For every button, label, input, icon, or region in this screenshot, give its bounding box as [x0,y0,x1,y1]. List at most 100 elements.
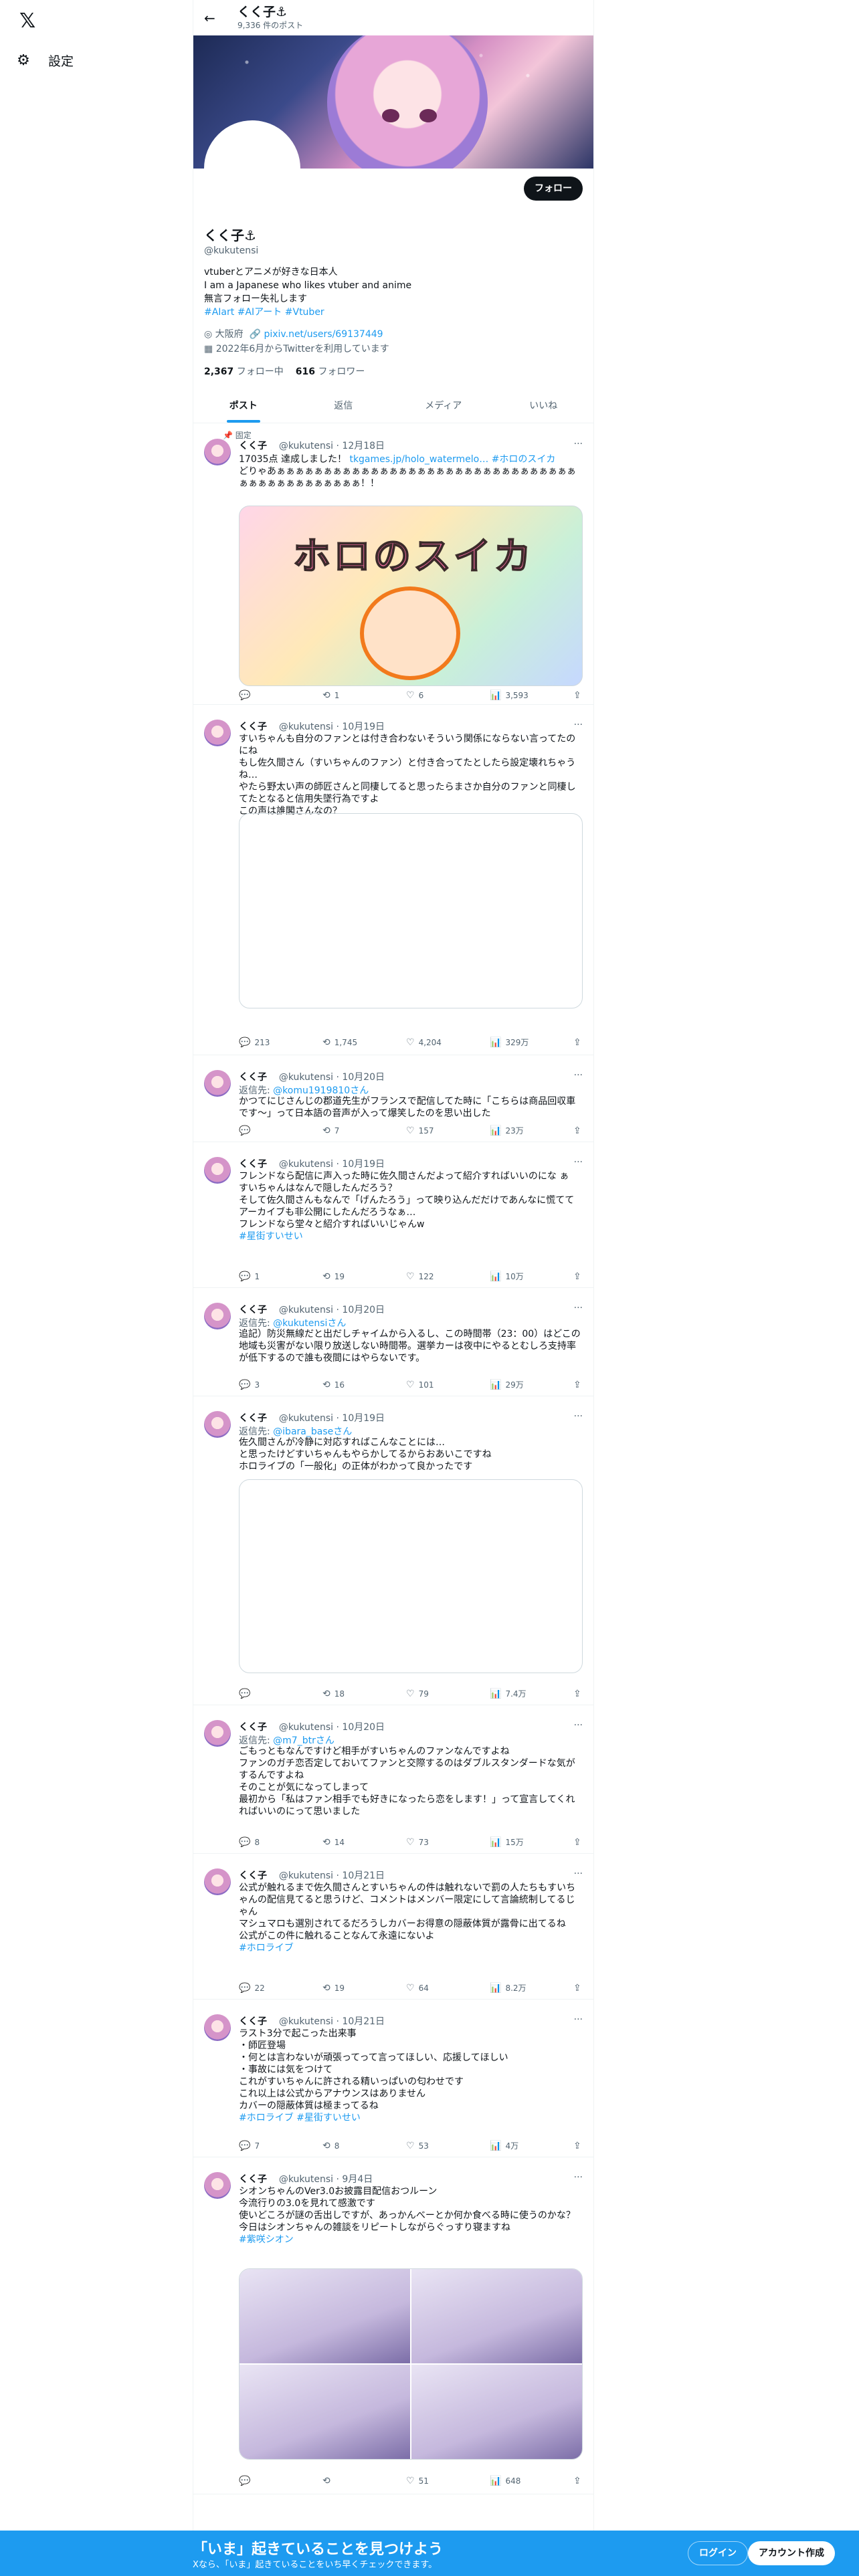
retweet-button[interactable]: ⟲ 1,745 [322,1037,363,1048]
retweet-button[interactable]: ⟲ 16 [322,1379,363,1390]
like-button[interactable]: ♡ 6 [406,690,446,701]
bio-tags[interactable]: #AIart #AIアート #Vtuber [204,307,324,318]
views-button[interactable]: 📊 7.4万 [490,1688,530,1699]
tweet-hashtags[interactable]: #ホロライブ [239,1943,294,1953]
tweet-avatar[interactable] [204,1070,231,1097]
retweet-button[interactable]: ⟲ 19 [322,1982,363,1994]
share-button[interactable]: ⇪ [573,690,583,701]
more-icon[interactable]: ··· [574,720,583,730]
views-button[interactable]: 📊 8.2万 [490,1982,530,1994]
tweet-avatar[interactable] [204,1157,231,1184]
more-icon[interactable]: ··· [574,1411,583,1422]
tweet[interactable]: くく子 @kukutensi · 10月20日 ··· 返信先: @komu1919… [193,1055,593,1142]
tweet-hashtags[interactable]: #星街すいせい [239,1231,303,1242]
profile-url[interactable]: pixiv.net/users/69137449 [264,329,383,340]
share-button[interactable]: ⇪ [573,1125,583,1136]
tweet-media[interactable]: ホロのスイカ [239,506,583,686]
tweet-author[interactable]: くく子 [239,1305,267,1315]
retweet-button[interactable]: ⟲ 7 [322,1125,363,1136]
tweet-avatar[interactable] [204,2014,231,2041]
retweet-button[interactable]: ⟲ [322,2476,363,2486]
more-icon[interactable]: ··· [574,2014,583,2025]
like-button[interactable]: ♡ 53 [406,2140,446,2151]
like-button[interactable]: ♡ 79 [406,1688,446,1699]
profile-avatar[interactable] [204,120,300,217]
reply-button[interactable]: 💬 22 [239,1982,279,1994]
tweet-media[interactable] [239,1479,583,1673]
tweet[interactable]: くく子 @kukutensi · 10月19日 ··· フレンドなら配信に声入った時… [193,1142,593,1288]
views-button[interactable]: 📊 648 [490,2476,530,2486]
tweet-link[interactable]: tkgames.jp/holo_watermelo… #ホロのスイカ [349,454,555,465]
share-button[interactable]: ⇪ [573,1037,583,1048]
retweet-button[interactable]: ⟲ 8 [322,2140,363,2151]
tweet-author[interactable]: くく子 [239,1413,267,1424]
reply-button[interactable]: 💬 [239,690,279,701]
tweet-media[interactable] [239,2268,583,2460]
like-button[interactable]: ♡ 4,204 [406,1037,446,1048]
reply-handle[interactable]: @komu1919810さん [273,1085,369,1096]
more-icon[interactable]: ··· [574,1070,583,1081]
like-button[interactable]: ♡ 51 [406,2476,446,2486]
retweet-button[interactable]: ⟲ 14 [322,1836,363,1848]
tweet[interactable]: 📌 固定 くく子 @kukutensi · 12月18日 ··· 17035点 達成し… [193,424,593,705]
tab-likes[interactable]: いいね [494,388,594,423]
tweet-author[interactable]: くく子 [239,722,267,732]
reply-button[interactable]: 💬 213 [239,1037,279,1048]
like-button[interactable]: ♡ 122 [406,1271,446,1282]
more-icon[interactable]: ··· [574,1868,583,1879]
tweet-author[interactable]: くく子 [239,1072,267,1083]
following-count[interactable]: 2,367 フォロー中 [204,364,284,378]
login-button[interactable]: ログイン [688,2541,748,2565]
tweet-avatar[interactable] [204,1303,231,1329]
like-button[interactable]: ♡ 157 [406,1125,446,1136]
tweet[interactable]: くく子 @kukutensi · 10月19日 ··· 返信先: @ibara_ba… [193,1396,593,1705]
retweet-button[interactable]: ⟲ 19 [322,1271,363,1282]
reply-handle[interactable]: @ibara_baseさん [273,1426,352,1437]
more-icon[interactable]: ··· [574,1303,583,1313]
retweet-button[interactable]: ⟲ 1 [322,690,363,701]
tweet-author[interactable]: くく子 [239,1159,267,1170]
tweet-media[interactable] [239,813,583,1008]
tweet[interactable]: くく子 @kukutensi · 9月4日 ··· シオンちゃんのVer3.0お披露… [193,2157,593,2494]
share-button[interactable]: ⇪ [573,1271,583,1282]
reply-button[interactable]: 💬 [239,1125,279,1136]
tab-replies[interactable]: 返信 [294,388,394,423]
tweet-avatar[interactable] [204,439,231,465]
tab-posts[interactable]: ポスト [193,388,294,423]
share-button[interactable]: ⇪ [573,1836,583,1848]
share-button[interactable]: ⇪ [573,1379,583,1390]
views-button[interactable]: 📊 10万 [490,1271,530,1282]
followers-count[interactable]: 616 フォロワー [296,364,365,378]
tweet-author[interactable]: くく子 [239,2174,267,2185]
tweet-avatar[interactable] [204,1720,231,1747]
tweet[interactable]: くく子 @kukutensi · 10月21日 ··· 公式が触れるまで佐久間さんと… [193,1854,593,2000]
reply-button[interactable]: 💬 3 [239,1379,279,1390]
tweet-author[interactable]: くく子 [239,1870,267,1881]
more-icon[interactable]: ··· [574,2172,583,2183]
views-button[interactable]: 📊 23万 [490,1125,530,1136]
tweet-avatar[interactable] [204,1868,231,1895]
like-button[interactable]: ♡ 73 [406,1836,446,1848]
follow-button[interactable]: フォロー [524,177,583,201]
reply-handle[interactable]: @m7_btrさん [273,1735,335,1746]
retweet-button[interactable]: ⟲ 18 [322,1688,363,1699]
reply-handle[interactable]: @kukutensiさん [273,1318,346,1329]
tweet[interactable]: くく子 @kukutensi · 10月19日 ··· すいちゃんも自分のファンとは… [193,705,593,1055]
share-button[interactable]: ⇪ [573,1688,583,1699]
nav-settings[interactable]: ⚙ 設定 [15,47,74,74]
tweet[interactable]: くく子 @kukutensi · 10月20日 ··· 返信先: @m7_btrさん… [193,1705,593,1854]
reply-button[interactable]: 💬 [239,1688,279,1699]
x-logo-icon[interactable]: 𝕏 [19,11,41,32]
reply-button[interactable]: 💬 [239,2476,279,2486]
tweet-avatar[interactable] [204,1411,231,1438]
tweet[interactable]: くく子 @kukutensi · 10月21日 ··· ラスト3分で起こった出来事 … [193,2000,593,2157]
share-button[interactable]: ⇪ [573,2140,583,2151]
views-button[interactable]: 📊 3,593 [490,690,530,701]
views-button[interactable]: 📊 15万 [490,1836,530,1848]
like-button[interactable]: ♡ 101 [406,1379,446,1390]
tweet-hashtags[interactable]: #ホロライブ #星街すいせい [239,2113,361,2123]
views-button[interactable]: 📊 29万 [490,1379,530,1390]
reply-button[interactable]: 💬 7 [239,2140,279,2151]
tweet-author[interactable]: くく子 [239,2016,267,2027]
share-button[interactable]: ⇪ [573,2476,583,2486]
